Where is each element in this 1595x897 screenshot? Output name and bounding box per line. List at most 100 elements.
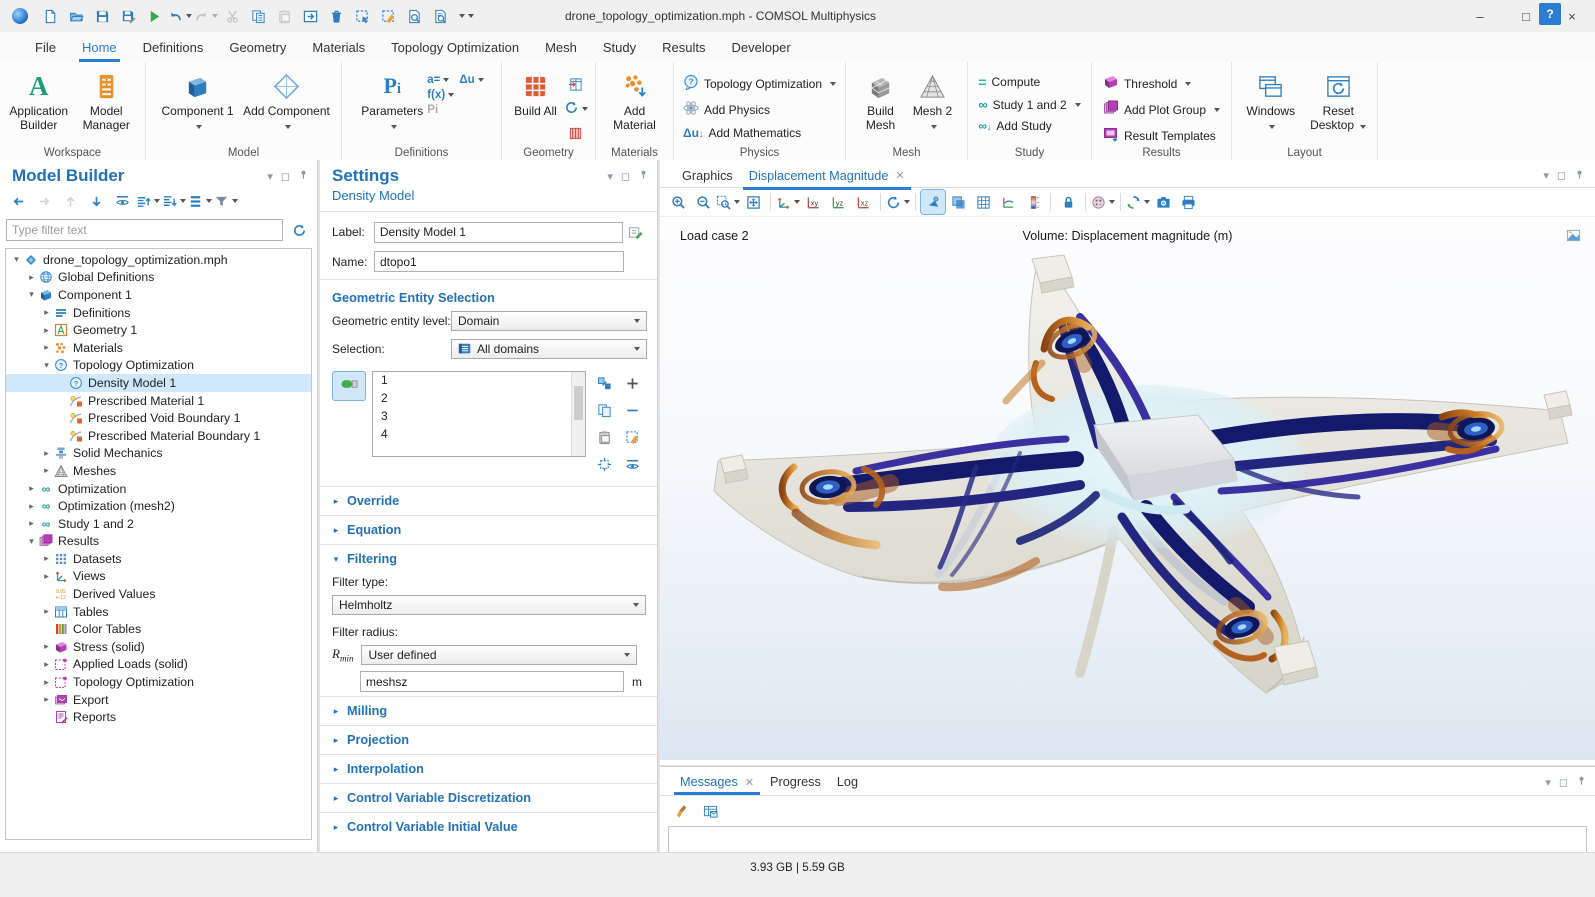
tree-chevron-icon[interactable]: ▸ — [40, 448, 53, 459]
find2-button[interactable] — [428, 4, 452, 28]
nonlocal-couplings-button[interactable]: Δu — [459, 74, 483, 86]
tree-chevron-icon[interactable]: ▾ — [25, 536, 38, 547]
menu-tab-home[interactable]: Home — [69, 32, 130, 62]
collapse-button[interactable] — [162, 189, 186, 213]
selection-dropdown[interactable]: All domains — [451, 339, 647, 359]
tree-item-materials[interactable]: ▸Materials — [6, 339, 311, 357]
tree-item-topology-optimization[interactable]: ▸Topology Optimization — [6, 673, 311, 691]
select-box-button[interactable] — [350, 4, 374, 28]
panel-menu-icon[interactable]: ▾ — [1545, 776, 1551, 789]
refresh-filter-icon[interactable] — [287, 218, 311, 242]
selection-item[interactable]: 2 — [373, 390, 585, 408]
tree-chevron-icon[interactable]: ▸ — [40, 571, 53, 582]
tree-item-export[interactable]: ▸Export — [6, 691, 311, 709]
menu-tab-results[interactable]: Results — [649, 32, 718, 62]
threshold-button[interactable]: Threshold — [1099, 72, 1224, 95]
run-button[interactable] — [142, 4, 166, 28]
rmin-mode-dropdown[interactable]: User defined — [361, 645, 637, 665]
tree-item-optimization[interactable]: ▸∞Optimization — [6, 480, 311, 498]
deform-button[interactable] — [996, 190, 1020, 214]
tree-chevron-icon[interactable]: ▾ — [25, 289, 38, 300]
vxy-button[interactable]: xy — [801, 190, 825, 214]
copy2-button[interactable] — [592, 398, 616, 422]
plus-button[interactable] — [620, 371, 644, 395]
menu-tab-file[interactable]: File — [22, 32, 69, 62]
rename-label-icon[interactable] — [623, 220, 647, 244]
rot-button[interactable] — [886, 190, 910, 214]
expand-button[interactable] — [136, 189, 160, 213]
application-builder-button[interactable]: A Application Builder — [6, 66, 72, 144]
pin-panel-icon[interactable] — [1576, 775, 1587, 789]
selection-item[interactable]: 4 — [373, 426, 585, 444]
filter-button[interactable] — [214, 189, 238, 213]
float-panel-icon[interactable]: ◻ — [281, 170, 290, 183]
minus-button[interactable] — [620, 398, 644, 422]
tab-progress[interactable]: Progress — [762, 769, 829, 795]
mesh-2-button[interactable]: Mesh 2 — [908, 66, 958, 144]
result-templates-button[interactable]: Result Templates — [1099, 124, 1224, 147]
lock-button[interactable] — [1056, 190, 1080, 214]
plot-area[interactable]: Load case 2 Volume: Displacement magnitu… — [660, 217, 1595, 760]
component-1-button[interactable]: Component 1 — [156, 66, 240, 144]
override-section[interactable]: ▸Override — [320, 486, 657, 515]
broom-button[interactable] — [670, 799, 694, 823]
tree-item-tables[interactable]: ▸Tables — [6, 603, 311, 621]
tree-chevron-icon[interactable]: ▸ — [40, 641, 53, 652]
tree-chevron-icon[interactable]: ▸ — [40, 342, 53, 353]
tree-chevron-icon[interactable]: ▸ — [40, 553, 53, 564]
add-material-button[interactable]: Add Material — [602, 66, 667, 144]
brush-box-button[interactable] — [620, 425, 644, 449]
menu-tab-developer[interactable]: Developer — [718, 32, 803, 62]
menu-tab-study[interactable]: Study — [590, 32, 649, 62]
tree-item-applied-loads-solid-[interactable]: ▸Applied Loads (solid) — [6, 656, 311, 674]
tree-item-definitions[interactable]: ▸Definitions — [6, 304, 311, 322]
tree-chevron-icon[interactable]: ▸ — [40, 465, 53, 476]
tree-chevron-icon[interactable]: ▸ — [40, 677, 53, 688]
close-tab-icon[interactable]: ✕ — [745, 776, 754, 789]
cut-button[interactable] — [220, 4, 244, 28]
functions-button[interactable]: f(x) — [427, 89, 483, 101]
plot-thumbnail-icon[interactable] — [1561, 223, 1585, 247]
palette-button[interactable] — [1091, 190, 1115, 214]
interpolation-section[interactable]: ▸Interpolation — [320, 754, 657, 783]
link-sel-button[interactable] — [592, 371, 616, 395]
zin-button[interactable] — [666, 190, 690, 214]
nodes-button[interactable] — [188, 189, 212, 213]
delete-button[interactable] — [324, 4, 348, 28]
import-geometry-button[interactable] — [564, 74, 588, 95]
forward-button[interactable] — [32, 189, 56, 213]
study-1-and-2-button[interactable]: ∞Study 1 and 2 — [974, 95, 1084, 114]
build-mesh-button[interactable]: Build Mesh — [856, 66, 906, 144]
filtering-section[interactable]: ▾Filtering — [320, 544, 657, 573]
menu-tab-materials[interactable]: Materials — [299, 32, 378, 62]
pin-panel-icon[interactable] — [298, 169, 309, 183]
redo-button[interactable] — [194, 4, 218, 28]
close-tab-icon[interactable]: ✕ — [895, 169, 904, 182]
control-variable-initial-value-section[interactable]: ▸Control Variable Initial Value — [320, 812, 657, 841]
camera-button[interactable] — [1151, 190, 1175, 214]
float-panel-icon[interactable]: ◻ — [621, 170, 630, 183]
clegend-button[interactable] — [1021, 190, 1045, 214]
add-plot-group-button[interactable]: Add Plot Group — [1099, 98, 1224, 121]
tree-item-density-model-1[interactable]: ?Density Model 1 — [6, 374, 311, 392]
tree-chevron-icon[interactable]: ▸ — [40, 659, 53, 670]
tab-messages[interactable]: Messages✕ — [672, 769, 762, 795]
menu-tab-topology-optimization[interactable]: Topology Optimization — [378, 32, 532, 62]
tree-item-prescribed-material-boundary-1[interactable]: Prescribed Material Boundary 1 — [6, 427, 311, 445]
tree-chevron-icon[interactable]: ▸ — [40, 307, 53, 318]
panel-menu-icon[interactable]: ▾ — [267, 170, 273, 183]
filter-type-dropdown[interactable]: Helmholtz — [332, 595, 646, 615]
topology-optimization-button[interactable]: ?Topology Optimization — [679, 72, 840, 95]
light-button[interactable] — [921, 190, 945, 214]
move-window-button[interactable] — [298, 4, 322, 28]
filter-radius-input[interactable] — [360, 671, 624, 692]
tree-item-stress-solid-[interactable]: ▸Stress (solid) — [6, 638, 311, 656]
tree-item-global-definitions[interactable]: ▸Global Definitions — [6, 269, 311, 287]
undo-button[interactable] — [168, 4, 192, 28]
printer-button[interactable] — [1176, 190, 1200, 214]
label-input[interactable] — [374, 222, 623, 243]
tree-chevron-icon[interactable]: ▾ — [10, 254, 23, 265]
tree-chevron-icon[interactable]: ▸ — [25, 272, 38, 283]
grid16-button[interactable] — [971, 190, 995, 214]
equation-section[interactable]: ▸Equation — [320, 515, 657, 544]
